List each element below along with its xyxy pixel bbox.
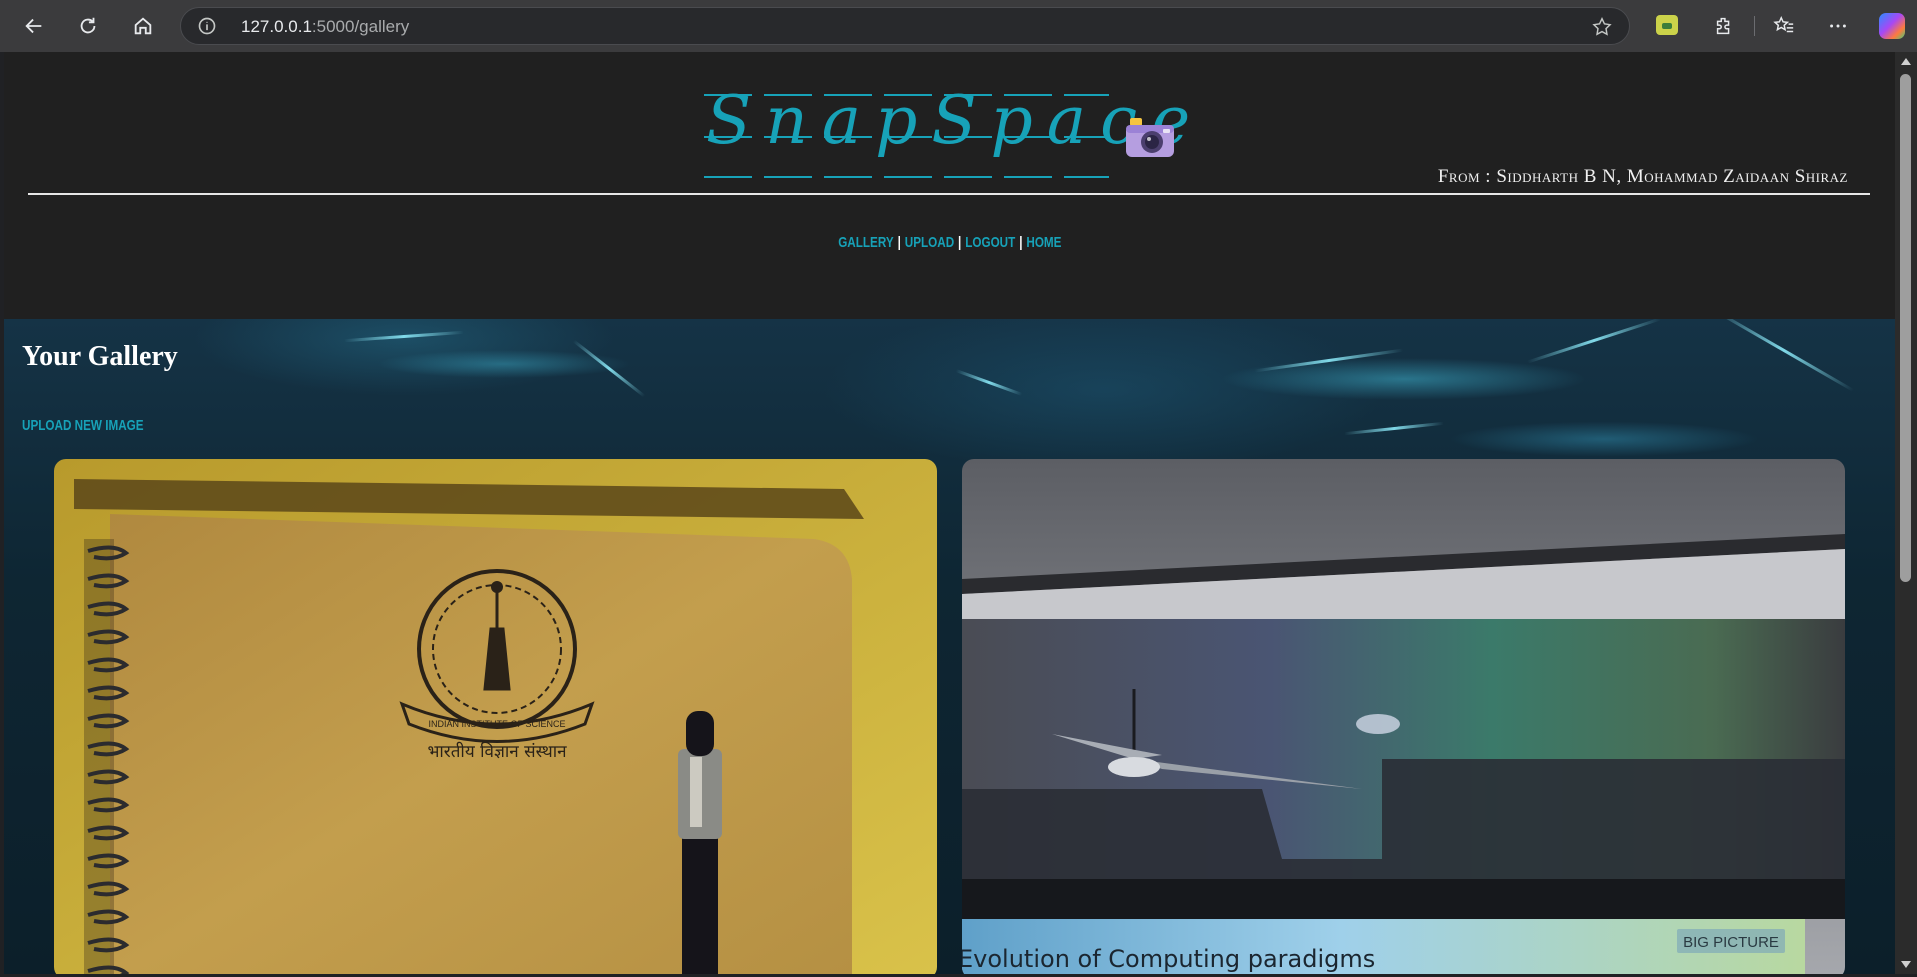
- nav-separator: |: [1019, 234, 1023, 251]
- favorites-button[interactable]: [1766, 8, 1802, 44]
- bookmark-star-icon[interactable]: [1591, 16, 1613, 38]
- extension-icon[interactable]: [1656, 15, 1678, 35]
- url-text[interactable]: 127.0.0.1:5000/gallery: [241, 17, 409, 37]
- camera-icon: [1126, 118, 1174, 157]
- page-viewport: SnapSpace From : Siddharth B N, Mohammad…: [4, 52, 1895, 974]
- pen: [678, 711, 722, 974]
- scroll-up-arrow-icon[interactable]: [1901, 58, 1911, 65]
- nav-separator: |: [897, 234, 901, 251]
- lecture-hall-photo: BIG PICTURE Evolution of Computing parad…: [962, 459, 1845, 974]
- site-info-icon[interactable]: [197, 16, 217, 36]
- slide-badge-text: BIG PICTURE: [1683, 934, 1779, 951]
- credits-text: From : Siddharth B N, Mohammad Zaidaan S…: [1437, 166, 1848, 187]
- more-dots-icon: [1830, 24, 1846, 28]
- reload-icon: [80, 17, 96, 34]
- puzzle-icon: [1716, 17, 1730, 35]
- copilot-icon[interactable]: [1879, 13, 1905, 39]
- address-bar[interactable]: 127.0.0.1:5000/gallery: [180, 7, 1630, 45]
- url-host: 127.0.0.1: [241, 17, 312, 36]
- header-divider: [28, 193, 1870, 195]
- nav-home-link[interactable]: Home: [1026, 234, 1061, 251]
- gallery-image-notebook[interactable]: INDIAN INSTITUTE OF SCIENCE भारतीय विज्ञ…: [54, 459, 937, 974]
- scroll-thumb[interactable]: [1900, 74, 1911, 582]
- back-button[interactable]: [16, 8, 52, 44]
- favorites-icon: [1773, 15, 1794, 33]
- more-menu-button[interactable]: [1820, 8, 1856, 44]
- home-icon: [134, 17, 152, 35]
- slide-title-text: Evolution of Computing paradigms: [962, 945, 1375, 973]
- reload-button[interactable]: [70, 8, 106, 44]
- gallery-title: Your Gallery: [22, 341, 178, 372]
- nav-separator: |: [958, 234, 962, 251]
- main-nav: Gallery | Upload | Logout | Home: [212, 234, 1687, 251]
- extensions-button[interactable]: [1706, 8, 1742, 44]
- emblem-ring-text: INDIAN INSTITUTE OF SCIENCE: [428, 719, 565, 729]
- emblem-caption-text: भारतीय विज्ञान संस्थान: [427, 741, 567, 762]
- toolbar-divider: [1754, 16, 1755, 36]
- site-header: SnapSpace From : Siddharth B N, Mohammad…: [4, 52, 1895, 319]
- scroll-down-arrow-icon[interactable]: [1901, 961, 1911, 968]
- home-button[interactable]: [125, 8, 161, 44]
- nav-gallery-link[interactable]: Gallery: [838, 234, 893, 251]
- notebook-photo: INDIAN INSTITUTE OF SCIENCE भारतीय विज्ञ…: [54, 459, 937, 974]
- upload-new-image-link[interactable]: Upload New Image: [22, 417, 144, 434]
- nav-upload-link[interactable]: Upload: [905, 234, 954, 251]
- nav-logout-link[interactable]: Logout: [965, 234, 1015, 251]
- gallery-section: Your Gallery Upload New Image: [4, 319, 1895, 974]
- page-scrollbar[interactable]: [1895, 52, 1917, 974]
- browser-toolbar: 127.0.0.1:5000/gallery: [0, 0, 1917, 52]
- gallery-image-lecture-hall[interactable]: BIG PICTURE Evolution of Computing parad…: [962, 459, 1845, 974]
- url-path: :5000/gallery: [311, 17, 410, 36]
- back-arrow-icon: [25, 18, 42, 34]
